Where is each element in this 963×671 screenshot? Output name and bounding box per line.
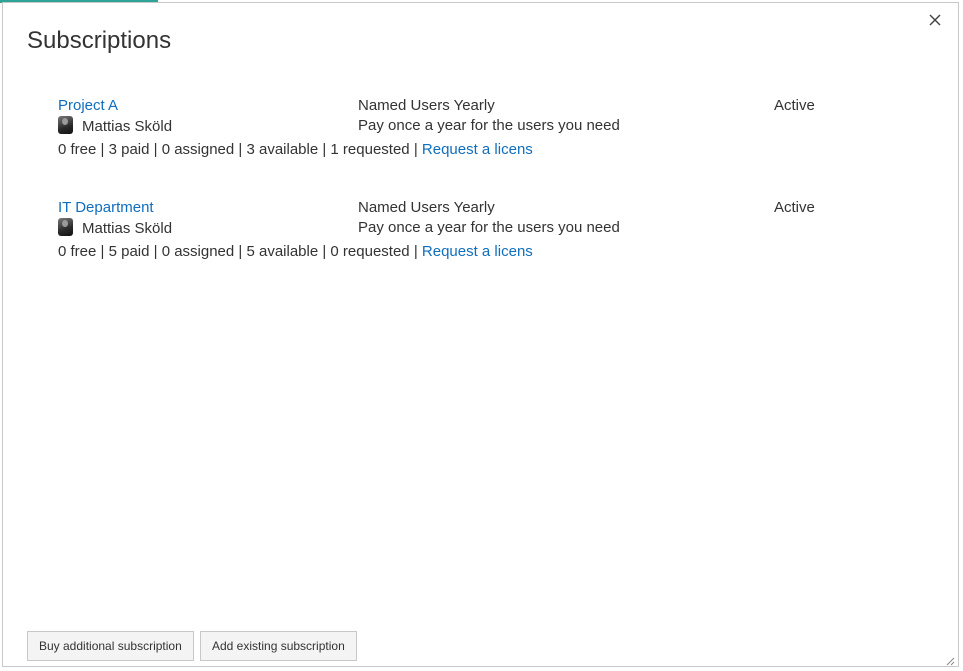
add-existing-subscription-button[interactable]: Add existing subscription [200,631,357,661]
subscription-name-link[interactable]: Project A [58,97,118,114]
buy-additional-subscription-button[interactable]: Buy additional subscription [27,631,194,661]
owner-name: Mattias Sköld [82,118,173,135]
avatar [58,115,73,134]
subscription-row: Project A Mattias Sköld 0 free | 3 paid … [58,97,938,167]
dialog-title: Subscriptions [27,27,172,54]
close-icon[interactable] [926,11,944,29]
license-stats: 0 free | 3 paid | 0 assigned | 3 availab… [58,141,533,158]
subscription-owner: Mattias Sköld [58,217,173,237]
request-license-link[interactable]: Request a licens [422,243,533,260]
plan-name: Named Users Yearly [358,199,495,216]
status-text: Active [774,199,815,216]
avatar [58,217,73,236]
subscriptions-dialog: Subscriptions Project A Mattias Sköld 0 … [2,2,959,667]
license-stats-text: 0 free | 3 paid | 0 assigned | 3 availab… [58,141,422,158]
owner-name: Mattias Sköld [82,220,173,237]
subscription-name-link[interactable]: IT Department [58,199,154,216]
license-stats: 0 free | 5 paid | 0 assigned | 5 availab… [58,243,533,260]
request-license-link[interactable]: Request a licens [422,141,533,158]
subscription-owner: Mattias Sköld [58,115,173,135]
plan-name: Named Users Yearly [358,97,495,114]
license-stats-text: 0 free | 5 paid | 0 assigned | 5 availab… [58,243,422,260]
subscription-row: IT Department Mattias Sköld 0 free | 5 p… [58,199,938,269]
resize-grip-icon[interactable] [945,653,955,666]
status-text: Active [774,97,815,114]
plan-description: Pay once a year for the users you need [358,219,620,236]
plan-description: Pay once a year for the users you need [358,117,620,134]
